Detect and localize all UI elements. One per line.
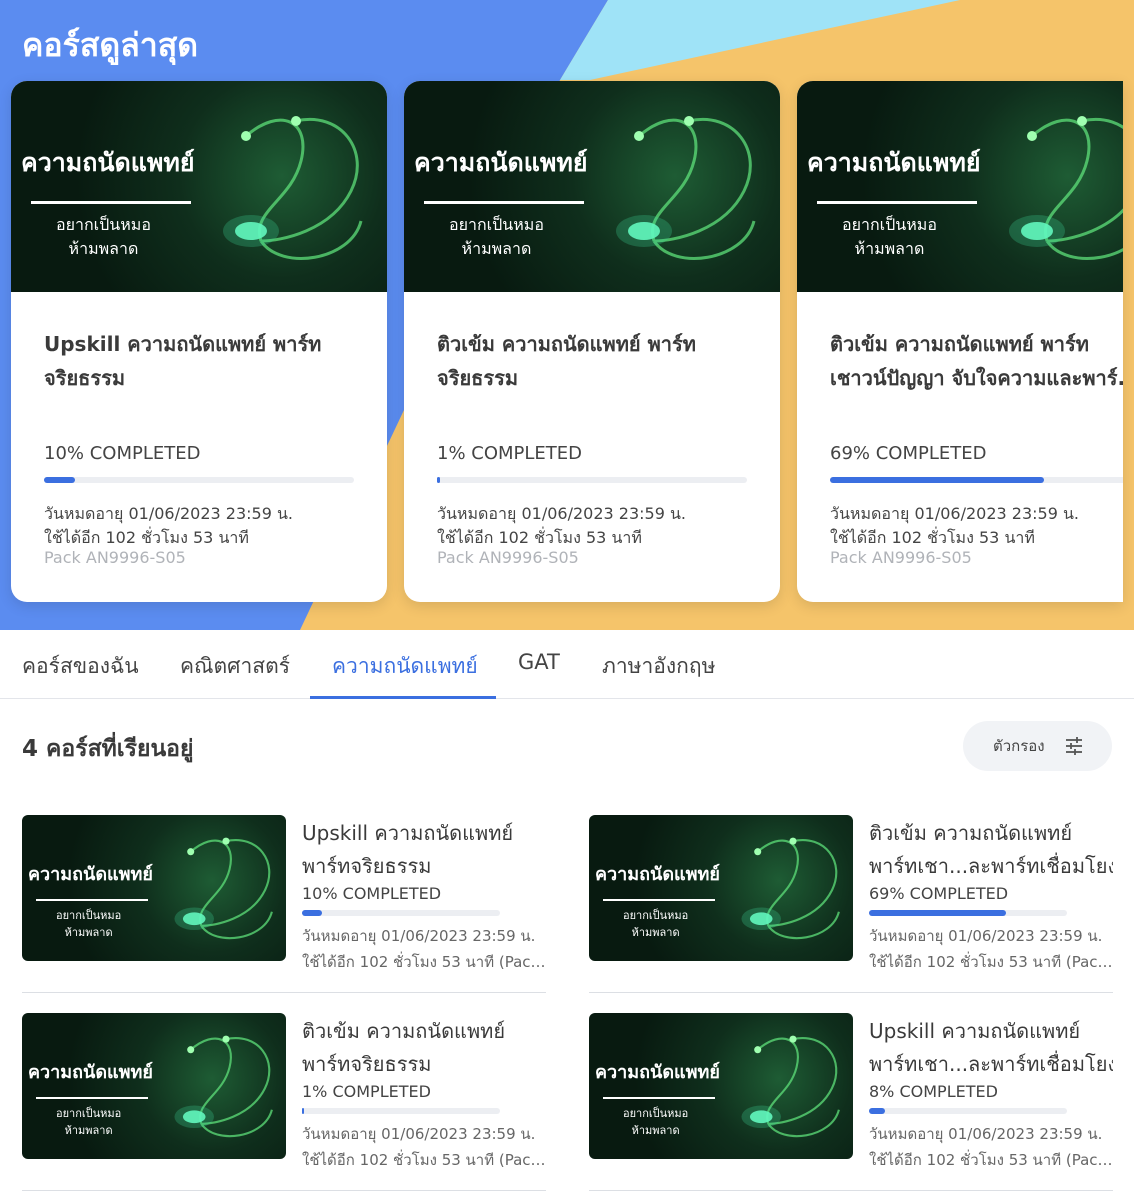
progress-bar — [44, 477, 354, 483]
progress-bar — [437, 477, 747, 483]
expiry-date: วันหมดอายุ 01/06/2023 23:59 น. — [437, 504, 686, 523]
stethoscope-icon — [741, 837, 840, 940]
course-title: ติวเข้ม ความถนัดแพทย์ พาร์ทจริยธรรม — [302, 1019, 506, 1076]
active-tab-indicator — [310, 696, 496, 699]
page-title: คอร์สดูล่าสุด — [22, 26, 199, 64]
filter-label: ตัวกรอง — [993, 737, 1045, 755]
progress-label: 1% COMPLETED — [437, 443, 583, 464]
tab-gat[interactable]: GAT — [518, 650, 560, 674]
course-title: ติวเข้ม ความถนัดแพทย์ พาร์ท จริยธรรม — [437, 332, 696, 390]
time-remaining: ใช้ได้อีก 102 ชั่วโมง 53 นาที (Pack AN99… — [869, 953, 1113, 971]
stethoscope-icon — [223, 116, 363, 260]
time-remaining: ใช้ได้อีก 102 ชั่วโมง 53 นาที (Pack AN99… — [869, 1151, 1113, 1169]
course-title: ติวเข้ม ความถนัดแพทย์ พาร์ท เชาวน์ปัญญา จ… — [830, 332, 1123, 390]
recent-course-card[interactable]: ความถนัดแพทย์ อยากเป็นหมอ ห้ามพลาด Upskil… — [11, 81, 387, 602]
sliders-icon — [1066, 737, 1082, 755]
list-item[interactable]: ความถนัดแพทย์ อยากเป็นหมอ ห้ามพลาด Upskil… — [589, 1013, 1113, 1191]
course-thumbnail: ความถนัดแพทย์ อยากเป็นหมอ ห้ามพลาด — [11, 81, 387, 292]
progress-label: 69% COMPLETED — [869, 884, 1009, 903]
progress-bar — [830, 477, 1123, 483]
filter-button[interactable]: ตัวกรอง — [963, 721, 1112, 771]
recent-course-card[interactable]: ความถนัดแพทย์ อยากเป็นหมอ ห้ามพลาด ติวเข้… — [797, 81, 1123, 602]
recent-courses-banner: คอร์สดูล่าสุด ความถนัดแพทย์ อยากเป็นหมอห… — [0, 0, 1134, 630]
course-title: Upskill ความถนัดแพทย์ พาร์ทเชา...ละพาร์ทเ… — [869, 1019, 1113, 1076]
pack-code: Pack AN9996-S05 — [437, 548, 579, 567]
tab-math[interactable]: คณิตศาสตร์ — [180, 650, 290, 683]
list-item[interactable]: ความถนัดแพทย์ อยากเป็นหมอ ห้ามพลาด Upskil… — [22, 815, 546, 993]
expiry-date: วันหมดอายุ 01/06/2023 23:59 น. — [302, 1125, 536, 1143]
stethoscope-icon — [1009, 116, 1123, 260]
stethoscope-icon — [616, 116, 756, 260]
progress-bar — [869, 910, 1067, 916]
course-thumbnail: ความถนัดแพทย์ อยากเป็นหมอ ห้ามพลาด — [22, 815, 286, 961]
progress-label: 8% COMPLETED — [869, 1082, 998, 1101]
progress-label: 10% COMPLETED — [302, 884, 442, 903]
tab-english[interactable]: ภาษาอังกฤษ — [602, 650, 715, 683]
progress-label: 10% COMPLETED — [44, 443, 201, 464]
section-title: 4 คอร์สที่เรียนอยู่ — [22, 736, 194, 762]
pack-code: Pack AN9996-S05 — [44, 548, 186, 567]
pack-code: Pack AN9996-S05 — [830, 548, 972, 567]
progress-bar — [302, 1108, 500, 1114]
course-thumbnail: ความถนัดแพทย์ อยากเป็นหมอ ห้ามพลาด — [22, 1013, 286, 1159]
time-remaining: ใช้ได้อีก 102 ชั่วโมง 53 นาที (Pack AN99… — [302, 953, 546, 971]
category-tabs: คอร์สของฉัน คณิตศาสตร์ ความถนัดแพทย์ GAT… — [0, 630, 1134, 699]
stethoscope-icon — [174, 837, 273, 940]
course-thumbnail: ความถนัดแพทย์ อยากเป็นหมอ ห้ามพลาด — [797, 81, 1123, 292]
time-remaining: ใช้ได้อีก 102 ชั่วโมง 53 นาที (Pack AN99… — [302, 1151, 546, 1169]
course-thumbnail: ความถนัดแพทย์ อยากเป็นหมอ ห้ามพลาด — [589, 1013, 853, 1159]
progress-label: 69% COMPLETED — [830, 443, 987, 464]
course-title: ติวเข้ม ความถนัดแพทย์ พาร์ทเชา...ละพาร์ทเ… — [869, 821, 1113, 878]
course-title: Upskill ความถนัดแพทย์ พาร์ท จริยธรรม — [44, 332, 322, 390]
expiry-date: วันหมดอายุ 01/06/2023 23:59 น. — [44, 504, 293, 523]
course-thumbnail: ความถนัดแพทย์ อยากเป็นหมอ ห้ามพลาด — [589, 815, 853, 961]
expiry-date: วันหมดอายุ 01/06/2023 23:59 น. — [869, 927, 1103, 945]
recent-course-card[interactable]: ความถนัดแพทย์ อยากเป็นหมอ ห้ามพลาด ติวเข้… — [404, 81, 780, 602]
course-title: Upskill ความถนัดแพทย์ พาร์ทจริยธรรม — [302, 821, 514, 878]
expiry-date: วันหมดอายุ 01/06/2023 23:59 น. — [302, 927, 536, 945]
progress-bar — [302, 910, 500, 916]
tab-my-courses[interactable]: คอร์สของฉัน — [22, 650, 139, 683]
tab-medical-aptitude[interactable]: ความถนัดแพทย์ — [332, 650, 478, 683]
list-item[interactable]: ความถนัดแพทย์ อยากเป็นหมอ ห้ามพลาด ติวเข้… — [22, 1013, 546, 1191]
expiry-date: วันหมดอายุ 01/06/2023 23:59 น. — [830, 504, 1079, 523]
course-thumbnail: ความถนัดแพทย์ อยากเป็นหมอ ห้ามพลาด — [404, 81, 780, 292]
expiry-date: วันหมดอายุ 01/06/2023 23:59 น. — [869, 1125, 1103, 1143]
stethoscope-icon — [174, 1035, 273, 1138]
list-item[interactable]: ความถนัดแพทย์ อยากเป็นหมอ ห้ามพลาด ติวเข้… — [589, 815, 1113, 993]
progress-bar — [869, 1108, 1067, 1114]
stethoscope-icon — [741, 1035, 840, 1138]
progress-label: 1% COMPLETED — [302, 1082, 431, 1101]
